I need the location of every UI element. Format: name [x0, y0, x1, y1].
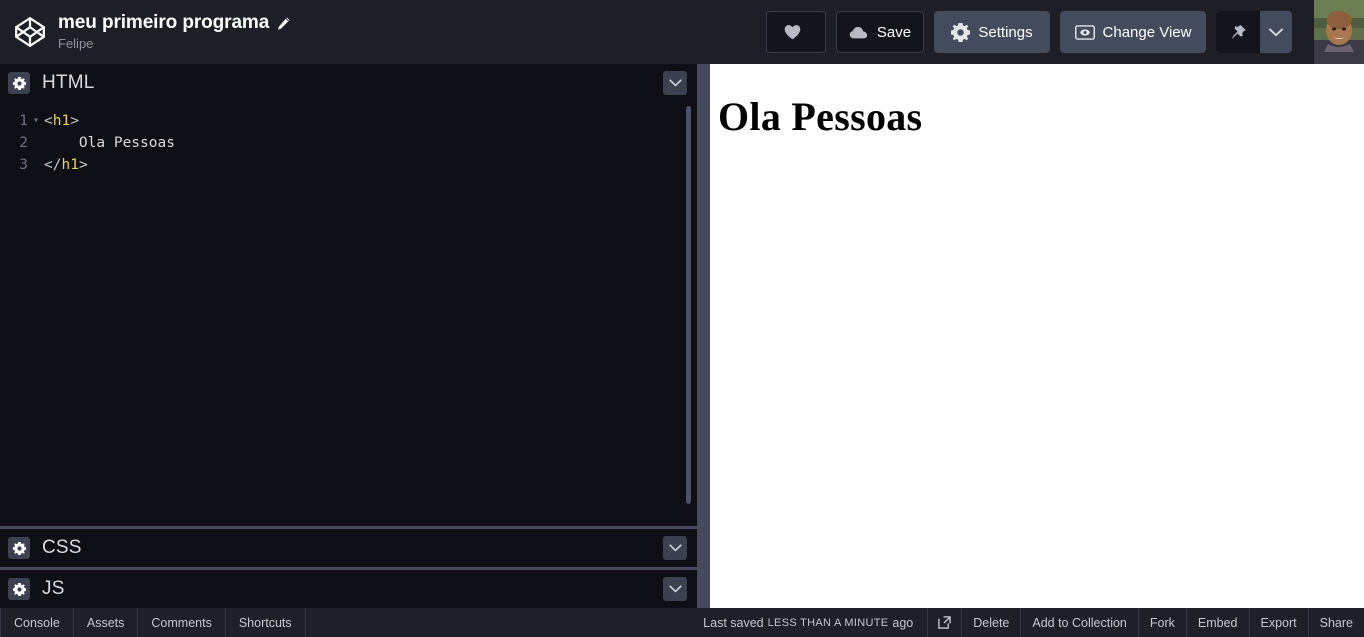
- gear-icon: [951, 22, 971, 42]
- html-code-editor[interactable]: 1 ▾ <h1> 2 Ola Pessoas 3 </h1>: [0, 102, 697, 526]
- bottom-tabs: Console Assets Comments Shortcuts: [0, 608, 306, 637]
- css-panel: CSS: [0, 529, 697, 570]
- html-panel: HTML 1 ▾ <h1> 2 Ola Pessoas 3 </h1>: [0, 64, 697, 529]
- bottom-tab-label: Assets: [86, 615, 125, 630]
- bottom-tab-label: Console: [14, 615, 60, 630]
- bottom-tab-label: Shortcuts: [238, 615, 292, 630]
- cloud-icon: [849, 25, 869, 40]
- code-token-text: Ola Pessoas: [78, 135, 175, 151]
- editors-column: HTML 1 ▾ <h1> 2 Ola Pessoas 3 </h1> CSS …: [0, 64, 697, 608]
- code-token-tag: h1: [52, 113, 71, 129]
- save-button[interactable]: Save: [836, 11, 924, 53]
- js-panel-header: JS: [0, 570, 697, 608]
- love-button[interactable]: [766, 11, 826, 53]
- code-line: 3 </h1>: [0, 154, 697, 176]
- line-number: 3: [19, 157, 28, 173]
- code-token-tag: h1: [61, 157, 79, 173]
- save-label: Save: [876, 23, 912, 41]
- top-header-bar: meu primeiro programa Felipe Save Settin…: [0, 0, 1364, 64]
- code-token-bracket: >: [78, 157, 88, 173]
- delete-button[interactable]: Delete: [961, 608, 1020, 637]
- bottom-actions: Delete Add to Collection Fork Embed Expo…: [927, 608, 1364, 637]
- bottom-bar-spacer: [306, 608, 690, 637]
- pin-dropdown-button[interactable]: [1260, 11, 1292, 53]
- eye-box-icon: [1074, 24, 1095, 40]
- open-external-icon[interactable]: [927, 608, 961, 637]
- js-panel-label: JS: [42, 578, 65, 599]
- code-text: </h1>: [42, 154, 88, 176]
- js-panel: JS: [0, 570, 697, 608]
- main-workspace: HTML 1 ▾ <h1> 2 Ola Pessoas 3 </h1> CSS …: [0, 64, 1364, 608]
- pin-button[interactable]: [1216, 11, 1260, 53]
- code-token-bracket: >: [70, 113, 79, 129]
- settings-button[interactable]: Settings: [934, 11, 1050, 53]
- chevron-down-icon[interactable]: [663, 577, 687, 601]
- bottom-action-label: Delete: [973, 615, 1010, 630]
- preview-pane-wrapper: Ola Pessoas: [697, 64, 1364, 608]
- css-panel-header: CSS: [0, 529, 697, 567]
- fork-button[interactable]: Fork: [1137, 608, 1186, 637]
- change-view-label: Change View: [1102, 23, 1192, 41]
- bottom-tab-shortcuts[interactable]: Shortcuts: [226, 608, 306, 637]
- pencil-icon[interactable]: [276, 16, 291, 31]
- gear-icon[interactable]: [8, 537, 30, 559]
- code-line: 1 ▾ <h1>: [0, 110, 697, 132]
- code-text: <h1>: [42, 110, 79, 132]
- bottom-action-label: Export: [1260, 615, 1297, 630]
- gear-icon[interactable]: [8, 72, 30, 94]
- line-number: 2: [19, 135, 28, 151]
- bottom-tab-assets[interactable]: Assets: [74, 608, 139, 637]
- editor-scrollbar[interactable]: [686, 106, 691, 504]
- pen-author[interactable]: Felipe: [58, 36, 291, 52]
- bottom-action-label: Fork: [1149, 615, 1175, 630]
- header-actions: Save Settings Change View: [766, 0, 1364, 64]
- chevron-down-icon: [1269, 27, 1283, 37]
- change-view-button[interactable]: Change View: [1060, 11, 1206, 53]
- pen-title-block: meu primeiro programa Felipe: [58, 12, 291, 52]
- gear-icon[interactable]: [8, 578, 30, 600]
- avatar[interactable]: [1314, 0, 1364, 64]
- chevron-down-icon[interactable]: [663, 536, 687, 560]
- last-saved-suffix: ago: [892, 615, 914, 630]
- bottom-action-label: Share: [1319, 615, 1353, 630]
- codepen-editor-app: meu primeiro programa Felipe Save Settin…: [0, 0, 1364, 637]
- last-saved-status: Last saved LESS THAN A MINUTE ago: [689, 608, 927, 637]
- settings-label: Settings: [978, 23, 1033, 41]
- last-saved-relative: LESS THAN A MINUTE: [767, 616, 889, 629]
- code-token-bracket: </: [44, 157, 62, 173]
- preview-iframe[interactable]: Ola Pessoas: [710, 64, 1364, 608]
- export-button[interactable]: Export: [1248, 608, 1308, 637]
- line-number: 1: [19, 113, 28, 129]
- code-line: 2 Ola Pessoas: [0, 132, 697, 154]
- preview-heading: Ola Pessoas: [718, 94, 923, 139]
- css-panel-label: CSS: [42, 537, 82, 558]
- page-title: meu primeiro programa: [58, 12, 270, 33]
- embed-button[interactable]: Embed: [1185, 608, 1249, 637]
- code-token-bracket: <: [44, 113, 53, 129]
- fold-toggle-icon[interactable]: ▾: [30, 110, 42, 132]
- bottom-tab-comments[interactable]: Comments: [138, 608, 226, 637]
- last-saved-prefix: Last saved: [703, 615, 764, 630]
- heart-icon: [783, 23, 802, 42]
- pen-title-row: meu primeiro programa: [58, 12, 291, 34]
- bottom-tab-label: Comments: [151, 615, 212, 630]
- codepen-logo-icon[interactable]: [8, 10, 52, 54]
- html-panel-label: HTML: [42, 72, 95, 93]
- bottom-tab-console[interactable]: Console: [0, 608, 74, 637]
- bottom-action-label: Embed: [1197, 615, 1238, 630]
- add-to-collection-button[interactable]: Add to Collection: [1020, 608, 1138, 637]
- share-button[interactable]: Share: [1307, 608, 1364, 637]
- bottom-status-bar: Console Assets Comments Shortcuts Last s…: [0, 608, 1364, 637]
- html-panel-header: HTML: [0, 64, 697, 102]
- code-text: Ola Pessoas: [42, 132, 175, 154]
- bottom-action-label: Add to Collection: [1032, 615, 1127, 630]
- pin-button-group: [1216, 11, 1292, 53]
- chevron-down-icon[interactable]: [663, 71, 687, 95]
- pin-icon: [1230, 24, 1247, 41]
